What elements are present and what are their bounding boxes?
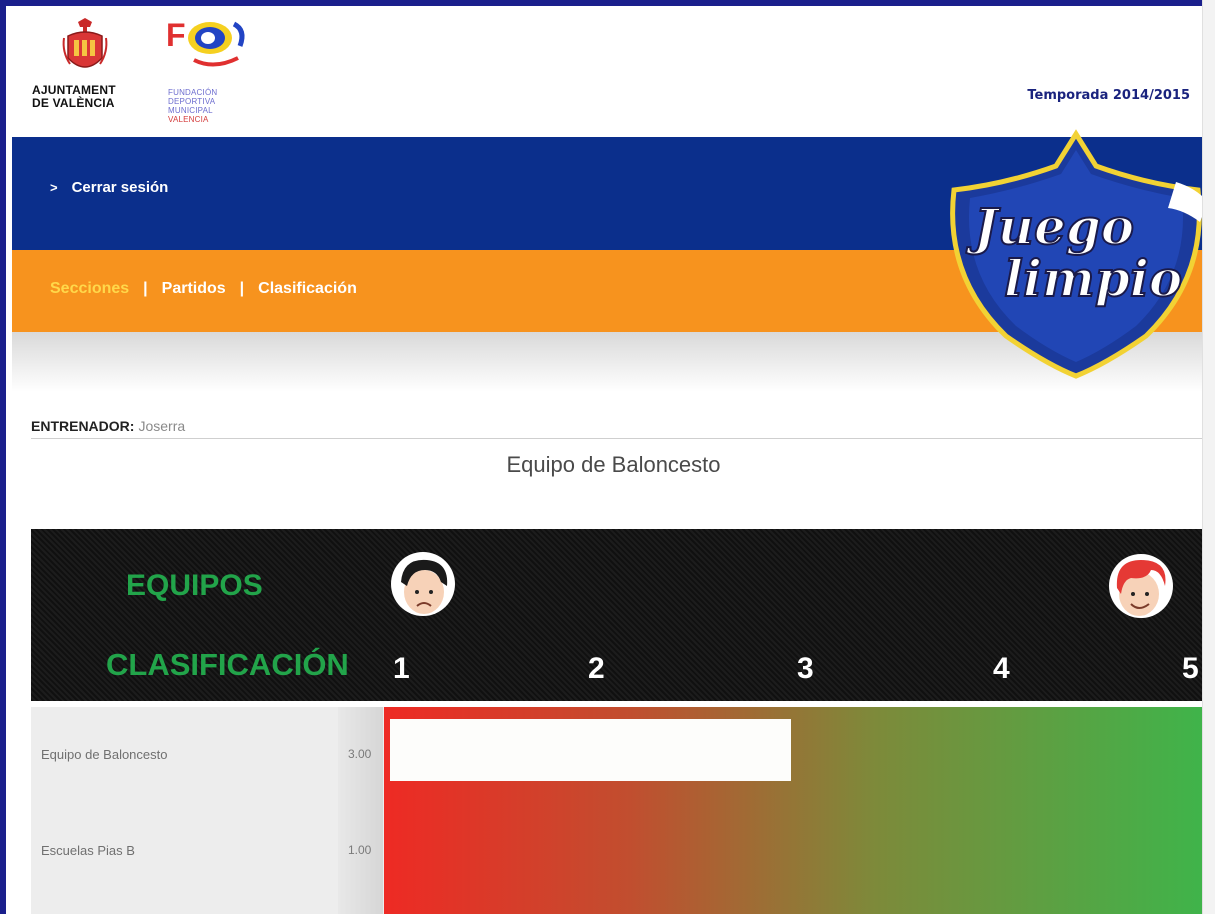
happy-face-icon (1109, 554, 1173, 618)
main-nav: Secciones | Partidos | Clasificación (50, 280, 357, 298)
header: AJUNTAMENT DE VALÈNCIA F FUNDACIÓN DEPOR… (12, 12, 1204, 137)
nav-item-secciones[interactable]: Secciones (50, 280, 129, 298)
season-label: Temporada 2014/2015 (1027, 88, 1190, 103)
ranking-table: Equipo de Baloncesto 3.00 Escuelas Pias … (31, 707, 1204, 914)
team-row-score: 1.00 (348, 843, 372, 857)
rating-gradient-bar (384, 707, 1204, 914)
score-column (338, 707, 383, 914)
city-crest-icon (62, 18, 108, 68)
nav-separator: | (143, 280, 148, 297)
scoreboard-header: EQUIPOS CLASIFICACIÓN 1 2 3 4 5 (31, 529, 1204, 701)
team-row-name: Escuelas Pias B (41, 843, 135, 858)
team-row-name: Equipo de Baloncesto (41, 747, 168, 762)
juego-limpio-badge: Juego limpio (946, 126, 1209, 386)
chevron-right-icon: > (50, 180, 58, 195)
logout-label: Cerrar sesión (71, 179, 169, 196)
coach-name: Joserra (138, 418, 186, 434)
fdm-line3: MUNICIPAL (168, 106, 213, 115)
scale-label-5: 5 (1182, 652, 1199, 685)
nav-item-clasificacion[interactable]: Clasificación (258, 280, 357, 298)
logout-link[interactable]: > Cerrar sesión (50, 179, 168, 196)
coach-info: ENTRENADOR: Joserra (31, 418, 185, 434)
page-frame: AJUNTAMENT DE VALÈNCIA F FUNDACIÓN DEPOR… (0, 0, 1215, 914)
scrollbar[interactable] (1202, 0, 1215, 914)
equipos-label: EQUIPOS (126, 569, 263, 602)
shield-icon: Juego limpio (950, 129, 1208, 379)
nav-separator: | (239, 280, 245, 297)
scale-label-2: 2 (588, 652, 605, 685)
divider (31, 438, 1203, 439)
fdm-emblem-icon: F (166, 17, 245, 67)
fdm-line2: DEPORTIVA (168, 97, 216, 106)
fdm-logo: F FUNDACIÓN DEPORTIVA MUNICIPAL VALENCIA (162, 16, 272, 126)
badge-line1: Juego (966, 197, 1134, 256)
score-bar (390, 719, 791, 781)
ajuntament-line2: DE VALÈNCIA (32, 96, 115, 110)
team-title: Equipo de Baloncesto (506, 452, 721, 477)
scale-label-1: 1 (393, 652, 410, 685)
team-row-score: 3.00 (348, 747, 372, 761)
scale-label-4: 4 (993, 652, 1010, 685)
nav-item-partidos[interactable]: Partidos (162, 280, 226, 298)
svg-text:F: F (166, 17, 186, 53)
clasificacion-label: CLASIFICACIÓN (106, 647, 349, 682)
coach-label: ENTRENADOR: (31, 418, 135, 434)
fdm-line4: VALENCIA (168, 115, 209, 124)
sad-face-icon (391, 552, 455, 616)
scale-label-3: 3 (797, 652, 814, 685)
badge-line2: limpio (1004, 249, 1182, 308)
ajuntament-logo: AJUNTAMENT DE VALÈNCIA (32, 18, 142, 128)
fdm-line1: FUNDACIÓN (168, 88, 218, 97)
